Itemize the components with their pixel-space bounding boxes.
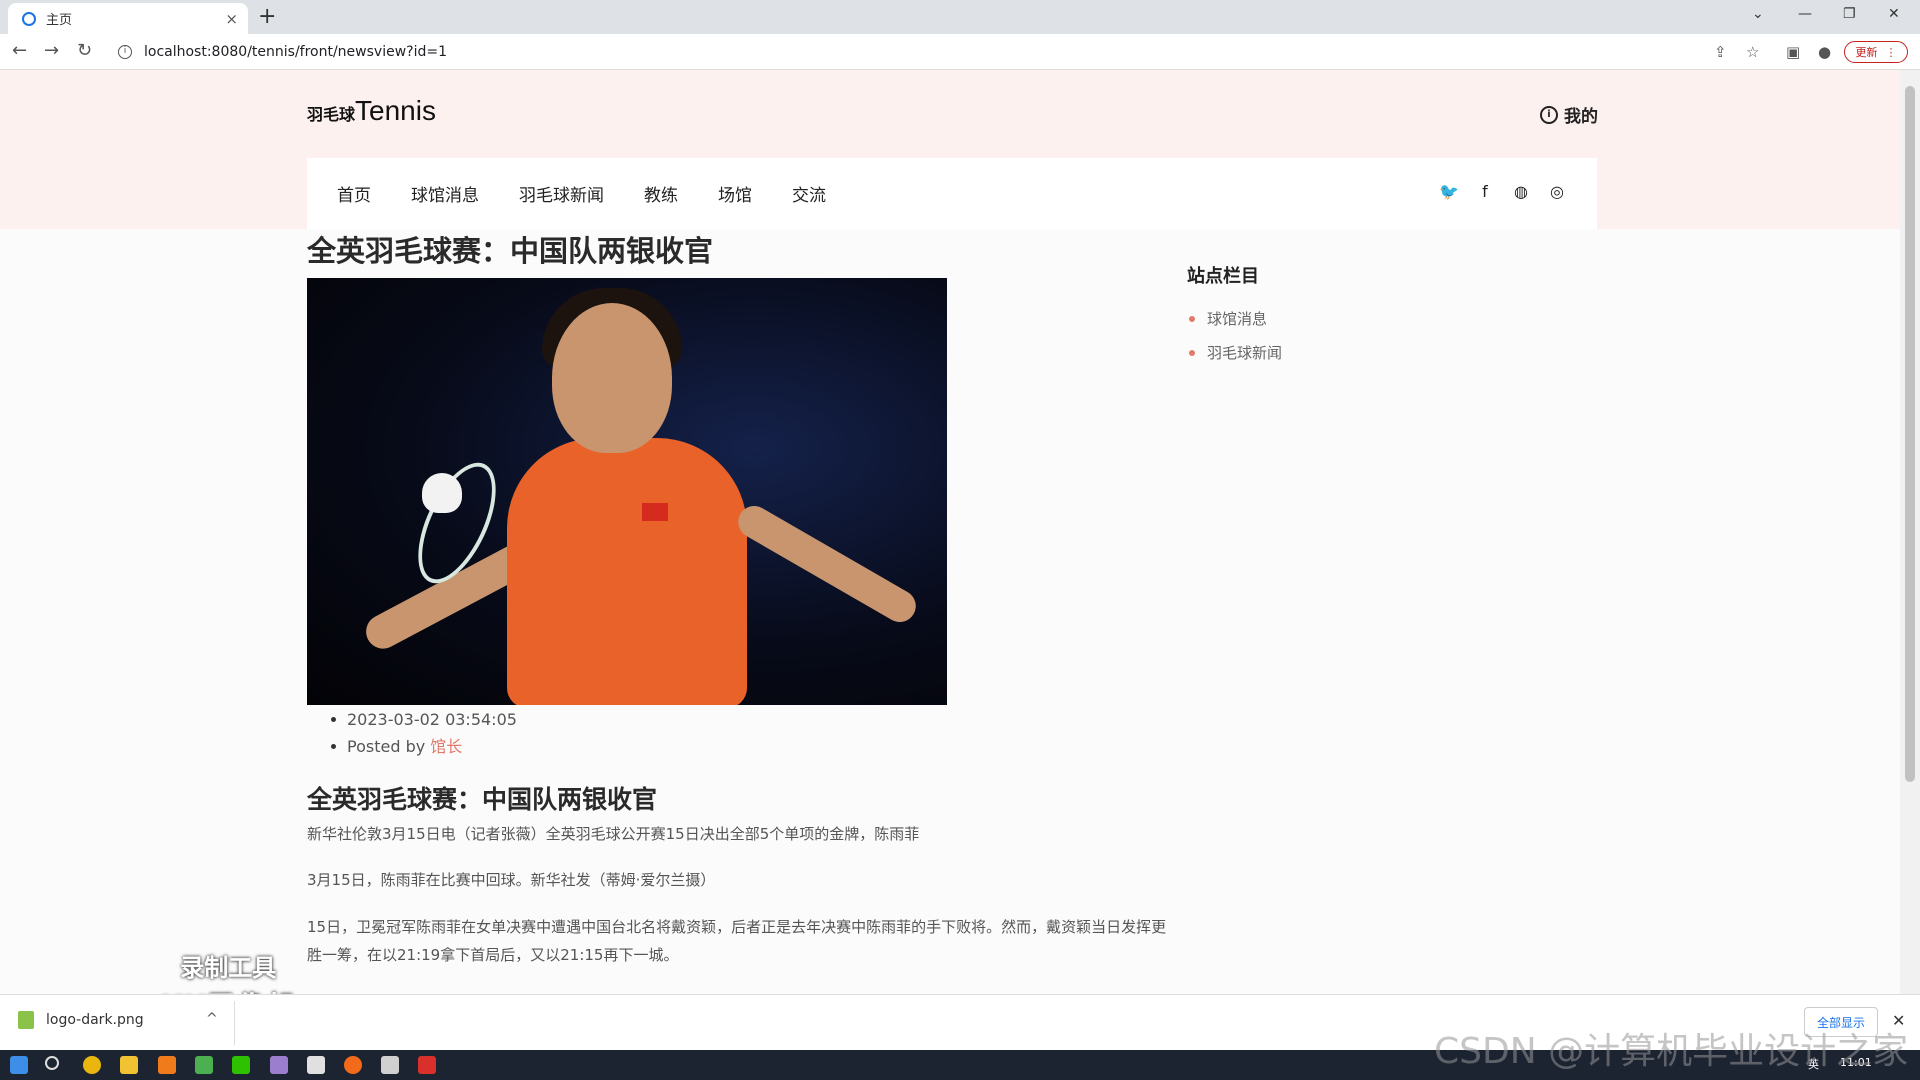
app-icon-purple[interactable]: [270, 1056, 288, 1074]
photo-player-head: [552, 303, 672, 453]
browser-tab-bar: 主页 × + ⌄ — ❐ ✕: [0, 0, 1920, 34]
browser-toolbar: ← → ↻ i localhost:8080/tennis/front/news…: [0, 34, 1920, 70]
photo-arm-right: [732, 500, 922, 628]
chrome-icon[interactable]: [83, 1056, 101, 1074]
author-link[interactable]: 馆长: [430, 737, 462, 756]
download-separator: [234, 1001, 235, 1045]
page-viewport: 羽毛球Tennis i 我的 首页 球馆消息 羽毛球新闻 教练 场馆 交流 🐦 …: [0, 70, 1900, 994]
article-title: 全英羽毛球赛：中国队两银收官: [307, 234, 714, 268]
url-text: localhost:8080/tennis/front/newsview?id=…: [144, 44, 447, 60]
article-subtitle: 全英羽毛球赛：中国队两银收官: [307, 785, 658, 814]
update-button[interactable]: 更新 ⋮: [1844, 41, 1908, 63]
mine-link[interactable]: i 我的: [1540, 102, 1598, 127]
nav-item-venue-news[interactable]: 球馆消息: [411, 181, 479, 206]
logo-big-text: Tennis: [355, 95, 436, 126]
facebook-icon[interactable]: f: [1475, 182, 1495, 202]
file-explorer-icon[interactable]: [120, 1056, 138, 1074]
download-filename: logo-dark.png: [46, 1012, 144, 1028]
download-options-chevron-icon[interactable]: ^: [206, 1011, 218, 1027]
sidebar-list: 球馆消息 羽毛球新闻: [1187, 302, 1282, 370]
twitter-icon[interactable]: 🐦: [1439, 182, 1459, 202]
tab-close-icon[interactable]: ×: [225, 10, 238, 28]
info-circle-icon: i: [1540, 105, 1558, 124]
nav-item-forum[interactable]: 交流: [792, 181, 826, 206]
restore-button[interactable]: ❐: [1843, 6, 1856, 22]
search-icon[interactable]: [45, 1056, 59, 1070]
notepad-icon[interactable]: [307, 1056, 325, 1074]
article-photo: [307, 278, 947, 705]
browser-tab[interactable]: 主页 ×: [8, 3, 248, 34]
photo-flag: [642, 503, 668, 521]
reload-button[interactable]: ↻: [77, 40, 92, 62]
app-icon-orange[interactable]: [344, 1056, 362, 1074]
update-label: 更新: [1855, 46, 1878, 59]
nav-item-coach[interactable]: 教练: [644, 181, 678, 206]
nav-menu: 首页 球馆消息 羽毛球新闻 教练 场馆 交流: [337, 181, 826, 206]
nav-item-venues[interactable]: 场馆: [718, 181, 752, 206]
close-window-button[interactable]: ✕: [1888, 6, 1900, 22]
more-menu-icon: ⋮: [1885, 45, 1897, 59]
profile-icon[interactable]: ●: [1818, 43, 1831, 61]
dribbble-icon[interactable]: ◍: [1511, 182, 1531, 202]
article-date: 2023-03-02 03:54:05: [307, 706, 517, 733]
posted-by-label: Posted by: [347, 737, 426, 756]
wechat-icon[interactable]: [232, 1056, 250, 1074]
article-posted-by: Posted by 馆长: [307, 733, 517, 760]
article-paragraph: 新华社伦敦3月15日电（记者张薇）全英羽毛球公开赛15日决出全部5个单项的金牌，…: [307, 825, 920, 843]
bookmark-star-icon[interactable]: ☆: [1746, 43, 1759, 61]
main-navigation: 首页 球馆消息 羽毛球新闻 教练 场馆 交流 🐦 f ◍ ◎: [307, 158, 1597, 229]
site-logo[interactable]: 羽毛球Tennis: [307, 95, 436, 127]
article-meta: 2023-03-02 03:54:05 Posted by 馆长: [307, 706, 517, 760]
photo-shuttlecock: [422, 473, 462, 513]
download-item[interactable]: logo-dark.png: [18, 1011, 144, 1029]
address-bar[interactable]: i localhost:8080/tennis/front/newsview?i…: [110, 38, 1810, 66]
new-tab-button[interactable]: +: [258, 5, 276, 29]
logo-small-text: 羽毛球: [307, 107, 356, 124]
sidebar-item-venue-news[interactable]: 球馆消息: [1187, 302, 1282, 336]
recorder-watermark: 录制工具 KK录像机: [160, 948, 297, 994]
scrollbar-thumb[interactable]: [1905, 86, 1915, 782]
sidebar-item-badminton-news[interactable]: 羽毛球新闻: [1187, 336, 1282, 370]
wps-icon[interactable]: [418, 1056, 436, 1074]
side-panel-icon[interactable]: ▣: [1786, 43, 1800, 61]
page-scrollbar[interactable]: [1900, 70, 1920, 994]
watermark-line1: 录制工具: [180, 954, 277, 982]
tab-list-icon[interactable]: ⌄: [1752, 6, 1764, 22]
watermark-line2: KK录像机: [160, 983, 297, 994]
back-button[interactable]: ←: [12, 40, 27, 62]
site-info-icon[interactable]: i: [118, 45, 132, 59]
image-file-icon: [18, 1011, 34, 1029]
social-links: 🐦 f ◍ ◎: [1439, 182, 1567, 202]
csdn-watermark: CSDN @计算机毕业设计之家: [1434, 1031, 1909, 1072]
app-icon-green[interactable]: [195, 1056, 213, 1074]
settings-icon[interactable]: [381, 1056, 399, 1074]
sidebar-title: 站点栏目: [1187, 266, 1259, 287]
tab-title: 主页: [46, 13, 73, 28]
forward-button[interactable]: →: [44, 40, 59, 62]
article-paragraph: 3月15日，陈雨菲在比赛中回球。新华社发（蒂姆·爱尔兰摄）: [307, 871, 716, 889]
start-icon[interactable]: [10, 1056, 28, 1074]
search-app-icon[interactable]: [158, 1056, 176, 1074]
nav-item-badminton-news[interactable]: 羽毛球新闻: [519, 181, 604, 206]
share-icon[interactable]: ⇪: [1714, 43, 1727, 61]
nav-item-home[interactable]: 首页: [337, 181, 371, 206]
photo-player-body: [507, 438, 747, 705]
tab-favicon-icon: [22, 11, 36, 26]
mine-label: 我的: [1564, 107, 1598, 127]
article-paragraph: 15日，卫冕冠军陈雨菲在女单决赛中遭遇中国台北名将戴资颖，后者正是去年决赛中陈雨…: [307, 918, 1167, 964]
minimize-button[interactable]: —: [1798, 6, 1812, 22]
instagram-icon[interactable]: ◎: [1547, 182, 1567, 202]
